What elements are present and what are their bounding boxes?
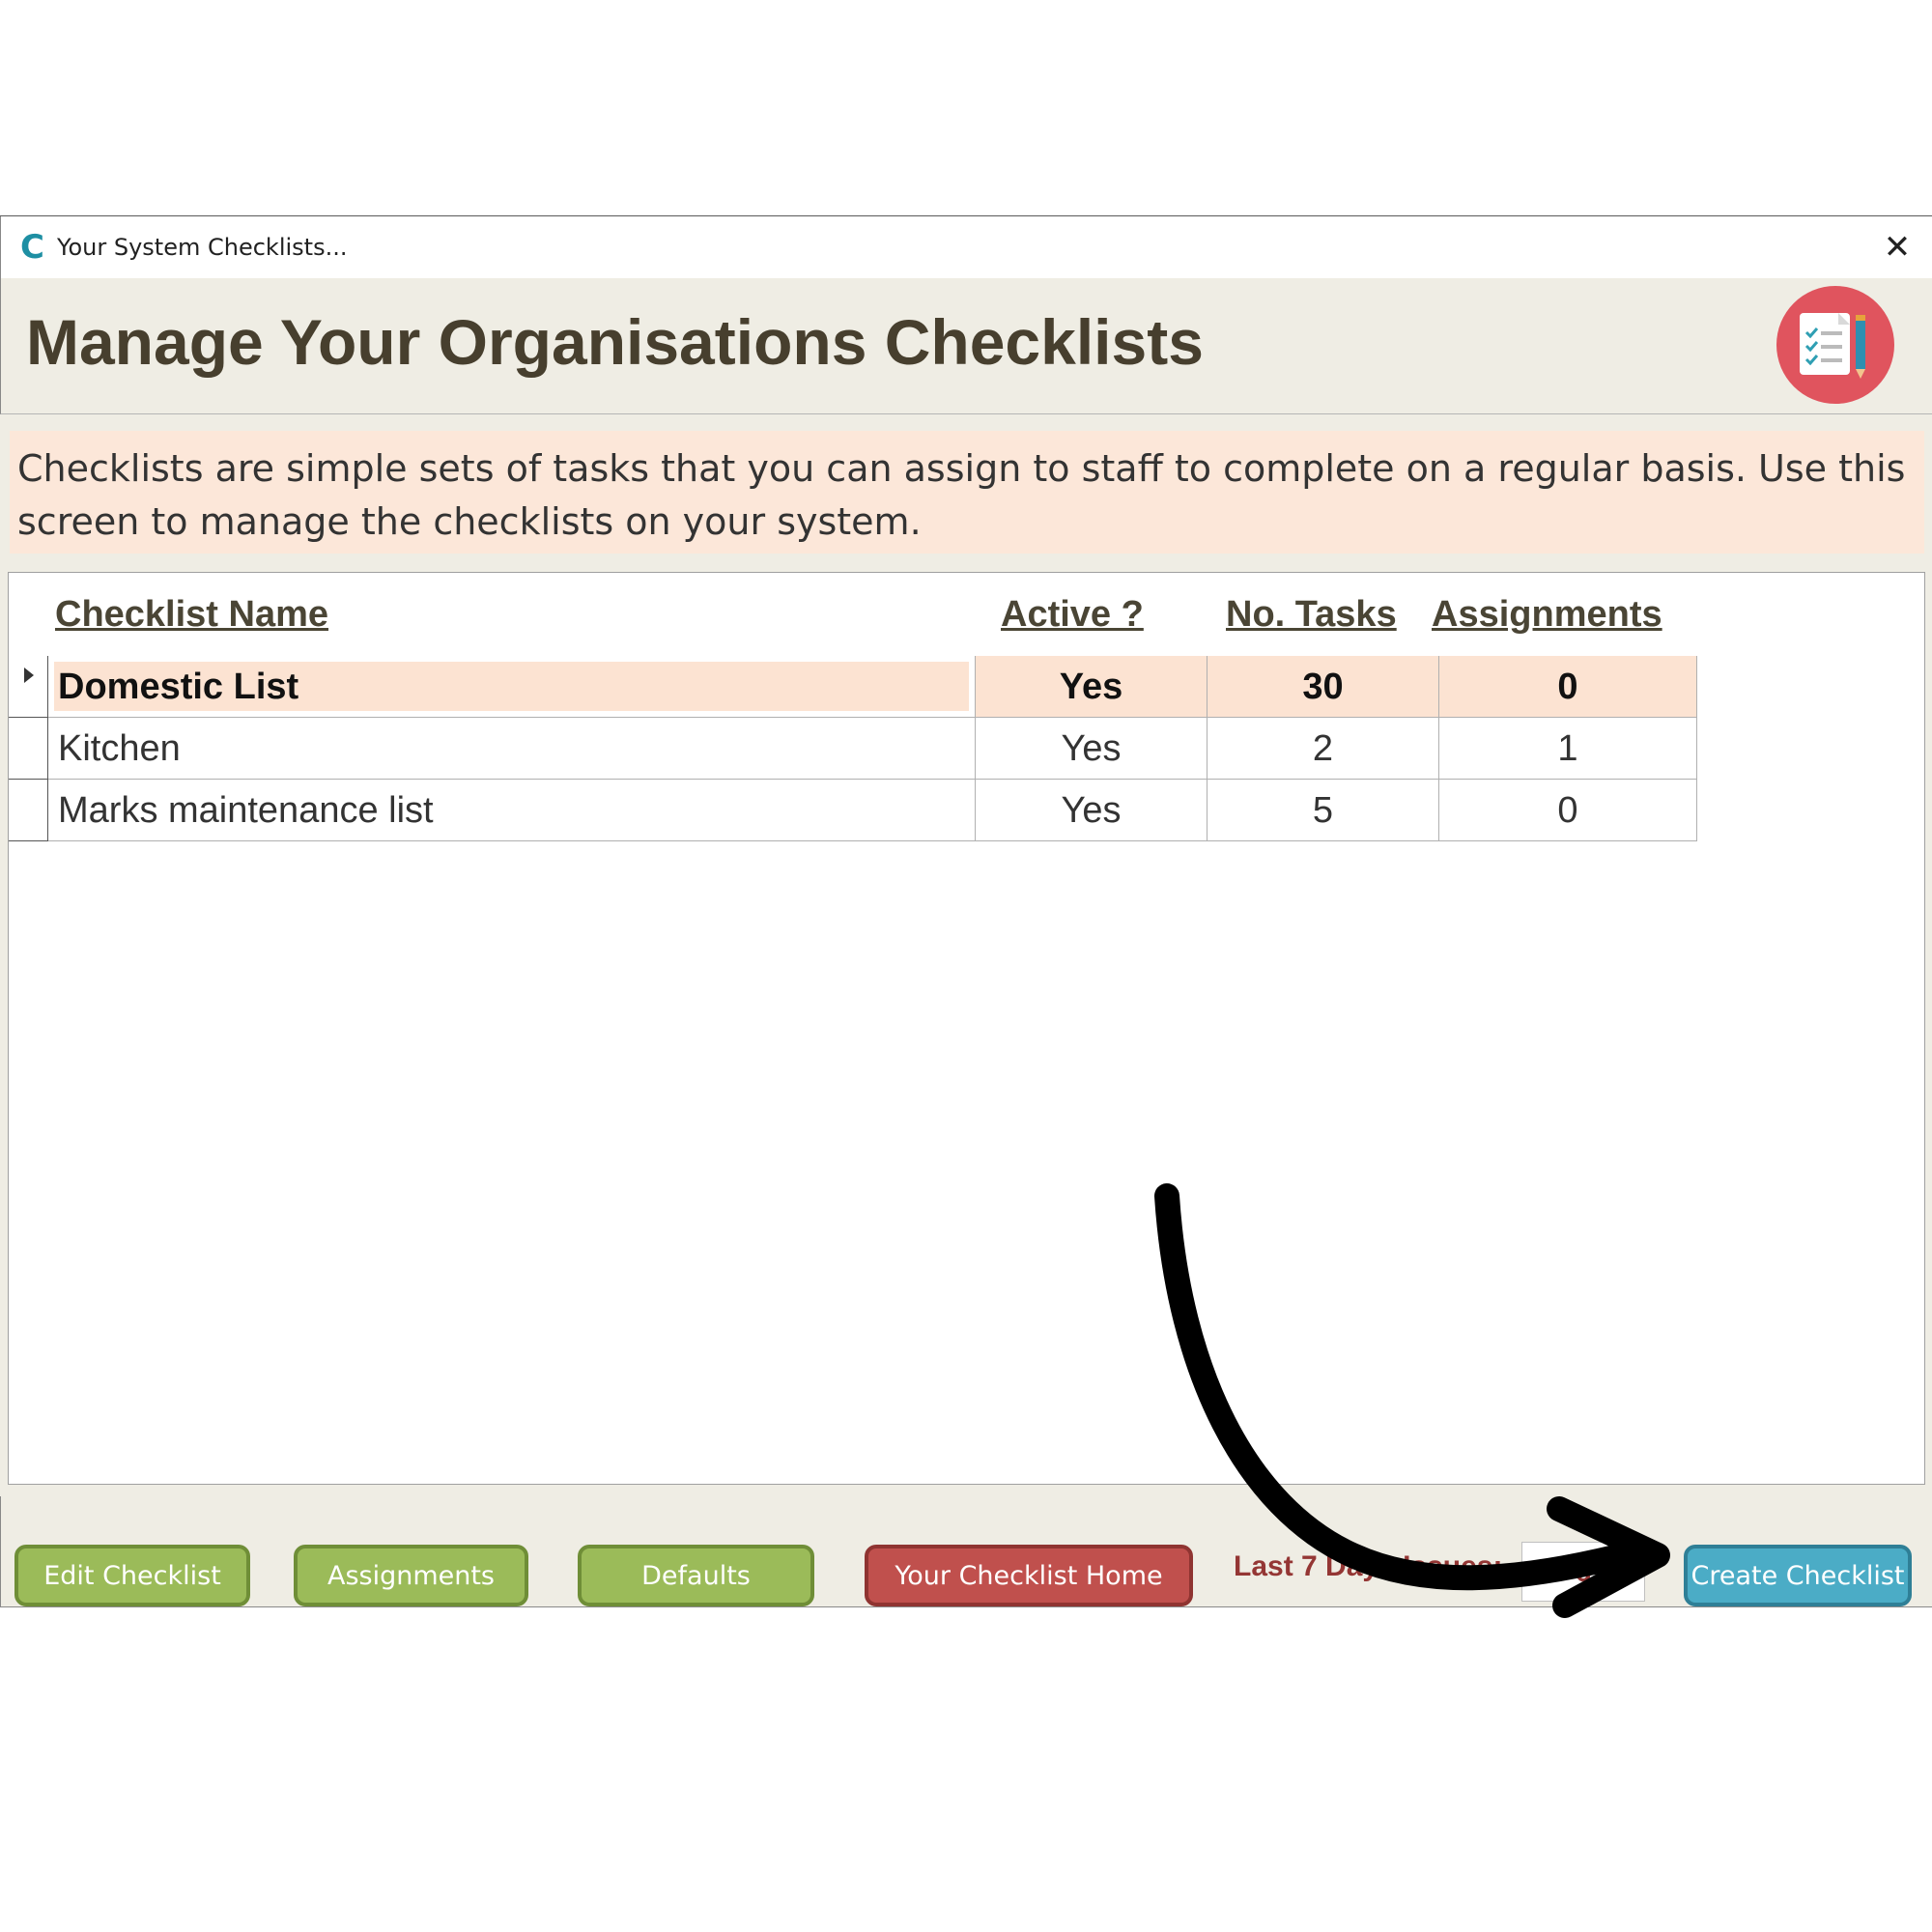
checklist-icon bbox=[1776, 286, 1894, 404]
cell-active[interactable]: Yes bbox=[976, 718, 1208, 780]
cell-assignments[interactable]: 0 bbox=[1439, 656, 1697, 718]
cell-assignments[interactable]: 1 bbox=[1439, 718, 1697, 780]
cell-no-tasks-text: 5 bbox=[1312, 790, 1334, 831]
cell-active[interactable]: Yes bbox=[976, 656, 1208, 718]
table-row[interactable]: Marks maintenance list Yes 5 0 bbox=[9, 780, 1697, 841]
column-header-no-tasks[interactable]: No. Tasks bbox=[1226, 594, 1397, 636]
cell-no-tasks-text: 30 bbox=[1302, 667, 1344, 707]
checklist-grid: Checklist Name Active ? No. Tasks Assign… bbox=[8, 572, 1925, 1485]
table-row[interactable]: Kitchen Yes 2 1 bbox=[9, 718, 1697, 780]
cell-active-text: Yes bbox=[1059, 667, 1123, 707]
checklist-home-button[interactable]: Your Checklist Home bbox=[865, 1545, 1193, 1606]
row-selector[interactable] bbox=[9, 780, 48, 841]
page-header: Manage Your Organisations Checklists bbox=[0, 278, 1932, 414]
cell-assignments[interactable]: 0 bbox=[1439, 780, 1697, 841]
cell-checklist-name[interactable]: Domestic List bbox=[48, 656, 976, 718]
cell-checklist-name-text: Kitchen bbox=[58, 728, 181, 769]
cell-no-tasks-text: 2 bbox=[1312, 728, 1334, 769]
info-banner: Checklists are simple sets of tasks that… bbox=[10, 431, 1924, 554]
footer-toolbar: Edit Checklist Assignments Defaults Your… bbox=[0, 1496, 1932, 1606]
assignments-button[interactable]: Assignments bbox=[294, 1545, 528, 1606]
issues-count: 6 bbox=[1521, 1542, 1645, 1602]
title-bar: C Your System Checklists... ✕ bbox=[0, 216, 1932, 278]
cell-checklist-name[interactable]: Marks maintenance list bbox=[48, 780, 976, 841]
row-selector[interactable] bbox=[9, 656, 48, 718]
cell-active-text: Yes bbox=[1061, 790, 1122, 831]
cell-checklist-name-text: Marks maintenance list bbox=[58, 790, 434, 831]
close-button[interactable]: ✕ bbox=[1876, 226, 1918, 269]
cell-no-tasks[interactable]: 30 bbox=[1208, 656, 1439, 718]
cell-no-tasks[interactable]: 2 bbox=[1208, 718, 1439, 780]
page-title: Manage Your Organisations Checklists bbox=[26, 306, 1204, 378]
window-title: Your System Checklists... bbox=[57, 234, 348, 261]
row-selector[interactable] bbox=[9, 718, 48, 780]
checklists-window: C Your System Checklists... ✕ Manage You… bbox=[0, 215, 1932, 1607]
issues-label: Last 7 Days Issues: bbox=[1234, 1550, 1503, 1582]
app-logo-icon: C bbox=[20, 228, 44, 267]
cell-active[interactable]: Yes bbox=[976, 780, 1208, 841]
cell-assignments-text: 1 bbox=[1557, 728, 1578, 769]
create-checklist-button[interactable]: Create Checklist bbox=[1684, 1545, 1912, 1606]
cell-checklist-name[interactable]: Kitchen bbox=[48, 718, 976, 780]
column-header-checklist-name[interactable]: Checklist Name bbox=[55, 594, 328, 636]
cell-no-tasks[interactable]: 5 bbox=[1208, 780, 1439, 841]
cell-assignments-text: 0 bbox=[1557, 667, 1578, 707]
cell-assignments-text: 0 bbox=[1557, 790, 1578, 831]
column-header-active[interactable]: Active ? bbox=[1001, 594, 1144, 636]
current-row-arrow-icon bbox=[24, 668, 34, 683]
cell-active-text: Yes bbox=[1061, 728, 1122, 769]
edit-checklist-button[interactable]: Edit Checklist bbox=[14, 1545, 250, 1606]
cell-checklist-name-text: Domestic List bbox=[58, 667, 299, 707]
defaults-button[interactable]: Defaults bbox=[578, 1545, 814, 1606]
table-row[interactable]: Domestic List Yes 30 0 bbox=[9, 656, 1697, 718]
column-header-assignments[interactable]: Assignments bbox=[1432, 594, 1662, 636]
